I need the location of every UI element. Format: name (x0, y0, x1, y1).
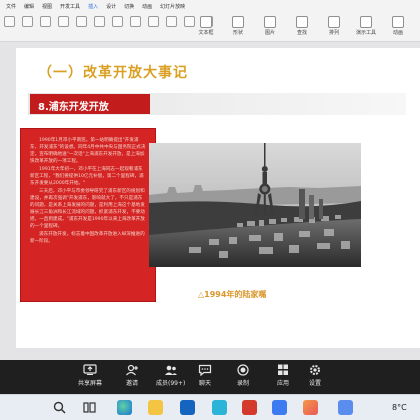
apps-icon (278, 364, 288, 375)
textbox-icon (200, 16, 212, 28)
paragraph-4: 浦东开放开发，标志着中国改革开放进入纵深推进的新一阶段。 (30, 232, 145, 244)
paragraph-1: 1990年1月邓小平南巡，第一站明确提出"开发浦东，开发浦东"的设想。同年4月中… (30, 138, 146, 164)
record-icon (237, 364, 249, 376)
lujiazui-photo[interactable] (149, 143, 361, 267)
color-icon[interactable] (148, 16, 159, 27)
tab-slideshow[interactable]: 幻灯片放映 (160, 3, 185, 10)
new-slide-icon[interactable] (4, 16, 15, 27)
picture-tool[interactable]: 图片 (259, 16, 281, 36)
chat-button[interactable]: 聊天 (198, 364, 212, 387)
invite-icon (126, 364, 138, 376)
shape-tool[interactable]: 形状 (227, 16, 249, 36)
browser-icon[interactable] (338, 400, 353, 415)
font-icon[interactable] (40, 16, 51, 27)
layout-icon[interactable] (22, 16, 33, 27)
indent-icon[interactable] (130, 16, 141, 27)
clear-format-icon[interactable] (166, 16, 177, 27)
lujiazui-photo-image (149, 143, 361, 267)
textbox-tool[interactable]: 文本框 (195, 16, 217, 36)
share-screen-icon (83, 364, 97, 375)
windows-taskbar: 8°C (0, 394, 420, 420)
share-screen-button[interactable]: 共享屏幕 (78, 364, 102, 387)
tab-file[interactable]: 文件 (6, 3, 16, 10)
tab-design[interactable]: 设计 (106, 3, 116, 10)
presentation-tools-icon (360, 16, 372, 28)
history-textbox[interactable]: 1990年1月邓小平南巡，第一站明确提出"开发浦东，开发浦东"的设想。同年4月中… (20, 128, 156, 302)
line-spacing-icon[interactable] (184, 16, 195, 27)
paragraph-2: 1991年大年初一，邓小平在上海同志一起观看浦东新区工程，"我们要提供10亿元补… (30, 167, 144, 186)
tab-view[interactable]: 视图 (42, 3, 52, 10)
ribbon-tabs: 文件 编辑 视图 开发工具 插入 设计 切换 动画 幻灯片放映 (6, 3, 185, 10)
meeting-icon[interactable] (272, 400, 287, 415)
meeting-control-bar: 共享屏幕 邀请 成员(99+) 聊天 录制 应用 设置 (0, 360, 420, 394)
settings-icon (310, 365, 320, 375)
invite-button[interactable]: 邀请 (125, 364, 139, 387)
presentation-tools[interactable]: 演示工具 (355, 16, 377, 36)
task-view-icon[interactable] (82, 400, 97, 415)
arrange-icon (328, 16, 340, 28)
animation-icon (392, 16, 404, 28)
record-button[interactable]: 录制 (236, 364, 250, 387)
animation-tool[interactable]: 动画 (387, 16, 409, 36)
edge-icon[interactable] (117, 400, 132, 415)
slide[interactable]: （一）改革开放大事记 8.浦东开发开放 1990年1月邓小平南巡，第一站明确提出… (16, 48, 420, 348)
mail-icon[interactable] (180, 400, 195, 415)
picture-icon (264, 16, 276, 28)
photos-icon[interactable] (303, 400, 318, 415)
tab-animation[interactable]: 动画 (142, 3, 152, 10)
store-icon[interactable] (212, 400, 227, 415)
italic-icon[interactable] (76, 16, 87, 27)
ribbon-quick-icons (4, 16, 213, 27)
slide-canvas: （一）改革开放大事记 8.浦东开发开放 1990年1月邓小平南巡，第一站明确提出… (0, 42, 420, 360)
file-explorer-icon[interactable] (148, 400, 163, 415)
weather-temperature[interactable]: 8°C (392, 403, 407, 412)
chat-icon (198, 364, 212, 376)
settings-button[interactable]: 设置 (308, 364, 322, 387)
ribbon-toolbar: 文件 编辑 视图 开发工具 插入 设计 切换 动画 幻灯片放映 文本框 形状 图… (0, 0, 420, 42)
ribbon-tools: 文本框 形状 图片 查找 排列 演示工具 动画 (195, 16, 409, 36)
align-icon[interactable] (94, 16, 105, 27)
tab-insert[interactable]: 插入 (88, 3, 98, 10)
tab-transition[interactable]: 切换 (124, 3, 134, 10)
section-heading: 8.浦东开发开放 (38, 102, 109, 113)
arrange-tool[interactable]: 排列 (323, 16, 345, 36)
members-icon (164, 365, 177, 375)
slide-title: （一）改革开放大事记 (38, 65, 188, 81)
search-icon (296, 16, 308, 28)
bullets-icon[interactable] (112, 16, 123, 27)
search-tool[interactable]: 查找 (291, 16, 313, 36)
bold-icon[interactable] (58, 16, 69, 27)
photo-caption: △1994年的陆家嘴 (198, 290, 267, 299)
wps-icon[interactable] (242, 400, 257, 415)
search-icon[interactable] (52, 400, 67, 415)
apps-button[interactable]: 应用 (276, 364, 290, 387)
shape-icon (232, 16, 244, 28)
paragraph-3: 三天后，邓小平与市委领导研究了浦东新区的规划和建设，并再次强调"开发浦东，影响就… (30, 189, 145, 229)
tab-developer[interactable]: 开发工具 (60, 3, 80, 10)
tab-edit[interactable]: 编辑 (24, 3, 34, 10)
members-button[interactable]: 成员(99+) (156, 364, 185, 387)
